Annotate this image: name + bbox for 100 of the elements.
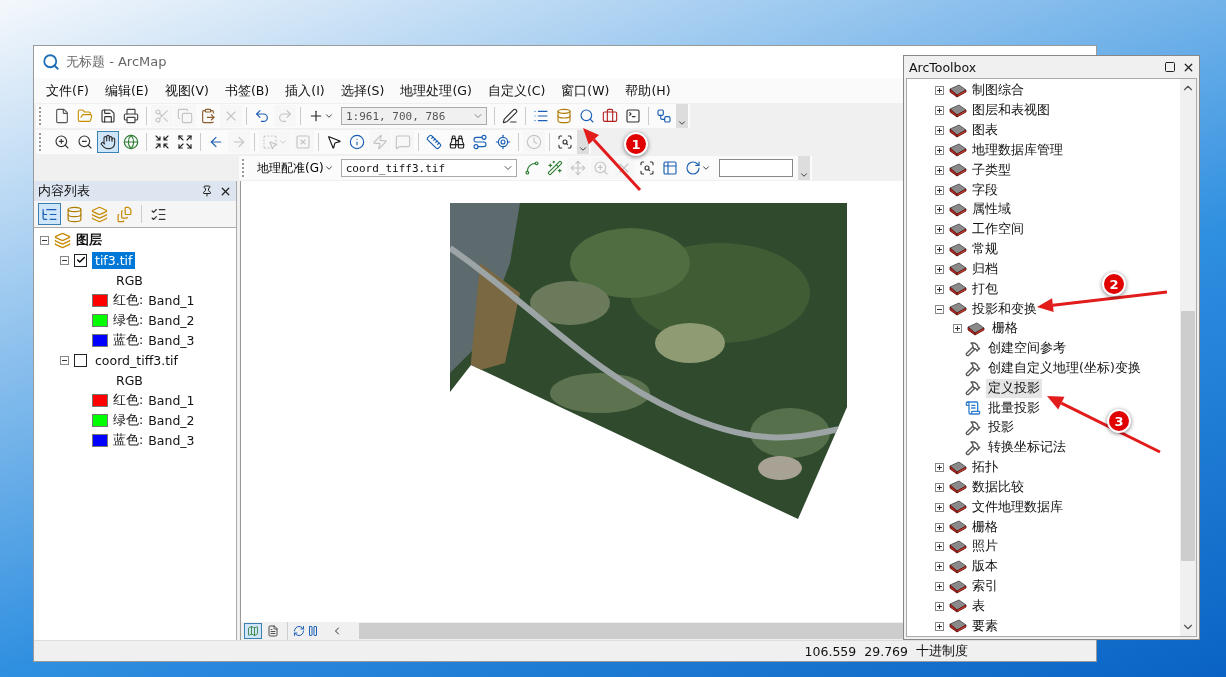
expand-toggle[interactable] — [935, 145, 944, 155]
expand-toggle[interactable] — [935, 562, 944, 572]
toolbox-label[interactable]: 要素 — [972, 617, 998, 635]
tool-label[interactable]: 定义投影 — [986, 378, 1042, 398]
vertical-scrollbar[interactable] — [1180, 79, 1196, 636]
expand-toggle[interactable] — [935, 304, 944, 314]
check-icon — [75, 255, 86, 265]
toolbox-label[interactable]: 表 — [972, 597, 985, 615]
toolbox-label[interactable]: 归档 — [972, 260, 998, 278]
map-view-button[interactable] — [244, 623, 262, 639]
expand-toggle[interactable] — [935, 482, 944, 492]
layer-tree-button[interactable] — [38, 203, 61, 225]
toolbox-label[interactable]: 工作空间 — [972, 221, 1024, 239]
expand-toggle[interactable] — [935, 463, 944, 473]
expand-toggle[interactable] — [953, 324, 962, 334]
expand-toggle[interactable] — [60, 355, 69, 365]
expand-toggle[interactable] — [935, 245, 944, 255]
toolbox-label[interactable]: 常规 — [972, 241, 998, 259]
outward-arrows-icon — [177, 134, 193, 150]
layer-checkbox[interactable] — [74, 353, 87, 367]
menu-item[interactable]: 窗口(W) — [553, 79, 618, 102]
toolbox-label[interactable]: 文件地理数据库 — [972, 498, 1063, 516]
tool-label[interactable]: 转换坐标记法 — [986, 438, 1068, 458]
expand-toggle[interactable] — [935, 542, 944, 552]
maximize-icon[interactable] — [1164, 61, 1176, 73]
zoom-out-icon — [77, 134, 93, 150]
toolbox-label[interactable]: 拓扑 — [972, 459, 998, 477]
renderer-label: RGB — [116, 272, 143, 288]
toolbox-label[interactable]: 图表 — [972, 122, 998, 140]
expand-toggle[interactable] — [935, 522, 944, 532]
layer-name[interactable]: tif3.tif — [92, 251, 136, 269]
expand-toggle[interactable] — [935, 106, 944, 116]
toolbox-label[interactable]: 投影和变换 — [972, 300, 1037, 318]
angle-input-field[interactable] — [718, 159, 793, 177]
toolbox-label[interactable]: 字段 — [972, 181, 998, 199]
toolbox-label[interactable]: 照片 — [972, 538, 998, 556]
toolbox-icon — [949, 619, 967, 634]
expand-toggle[interactable] — [935, 601, 944, 611]
pointer-icon — [326, 134, 342, 150]
ruler-icon — [426, 134, 442, 150]
scrollbar-thumb[interactable] — [1181, 311, 1195, 561]
expand-toggle[interactable] — [60, 255, 69, 265]
expand-toggle[interactable] — [935, 502, 944, 512]
georeferencing-menu[interactable]: 地理配准(G) — [254, 159, 337, 177]
menu-item[interactable]: 帮助(H) — [617, 79, 679, 102]
pause-icon[interactable] — [307, 625, 319, 637]
tool-label[interactable]: 创建空间参考 — [986, 339, 1068, 359]
tool-label[interactable]: 创建自定义地理(坐标)变换 — [986, 359, 1143, 378]
coordinate-y: 29.769 — [864, 643, 908, 659]
toolbox-icon — [949, 539, 967, 554]
data-frame-label[interactable]: 图层 — [76, 231, 102, 249]
expand-toggle[interactable] — [935, 165, 944, 175]
menu-item[interactable]: 视图(V) — [156, 79, 217, 102]
layer-name[interactable]: coord_tiff3.tif — [92, 351, 181, 369]
dropdown-caret-icon — [700, 163, 711, 173]
expand-toggle[interactable] — [935, 126, 944, 136]
expand-toggle[interactable] — [935, 284, 944, 294]
menu-item[interactable]: 地理处理(G) — [392, 79, 480, 102]
tool-label[interactable]: 投影 — [986, 418, 1016, 438]
tool-label[interactable]: 批量投影 — [986, 398, 1042, 418]
refresh-icon[interactable] — [293, 625, 305, 637]
toolbox-label[interactable]: 属性域 — [972, 201, 1011, 219]
expand-toggle[interactable] — [935, 185, 944, 195]
redo-icon — [277, 108, 293, 124]
dropdown-caret-icon — [278, 137, 288, 147]
menu-item[interactable]: 书签(B) — [216, 79, 278, 102]
scale-field[interactable]: 1:961, 700, 786 — [341, 107, 487, 125]
expand-toggle[interactable] — [935, 582, 944, 592]
toolbox-label[interactable]: 索引 — [972, 578, 998, 596]
menu-item[interactable]: 插入(I) — [277, 79, 333, 102]
expand-toggle[interactable] — [40, 235, 49, 245]
layer-dropdown[interactable]: coord_tiff3.tif — [340, 159, 517, 177]
forward-arrow-icon — [231, 134, 247, 150]
hand-button[interactable] — [97, 131, 119, 153]
toolbox-icon — [602, 108, 618, 124]
toolbox-label[interactable]: 数据比较 — [972, 478, 1024, 496]
clipboard-icon — [200, 108, 216, 124]
toolbox-label[interactable]: 栅格 — [972, 518, 998, 536]
expand-toggle[interactable] — [935, 205, 944, 215]
menu-item[interactable]: 编辑(E) — [96, 79, 157, 102]
pin-icon[interactable] — [201, 185, 213, 197]
toolbox-label[interactable]: 制图综合 — [972, 82, 1024, 100]
toolset-label[interactable]: 栅格 — [990, 319, 1020, 339]
expand-toggle[interactable] — [935, 86, 944, 96]
toolbox-label[interactable]: 打包 — [972, 280, 998, 298]
expand-toggle[interactable] — [935, 225, 944, 235]
toolbox-label[interactable]: 地理数据库管理 — [972, 141, 1063, 159]
toolbox-icon — [949, 202, 967, 217]
layer-checkbox[interactable] — [74, 253, 87, 267]
toolbox-label[interactable]: 子类型 — [972, 161, 1011, 179]
expand-toggle[interactable] — [935, 264, 944, 274]
toolbox-icon — [949, 123, 967, 138]
menu-item[interactable]: 自定义(C) — [479, 79, 554, 102]
menu-item[interactable]: 选择(S) — [332, 79, 393, 102]
crosshair-icon — [495, 134, 511, 150]
toolbox-label[interactable]: 图层和表视图 — [972, 102, 1050, 120]
toolbox-label[interactable]: 版本 — [972, 558, 998, 576]
wand-icon — [546, 160, 563, 176]
menu-item[interactable]: 文件(F) — [38, 79, 97, 102]
expand-toggle[interactable] — [935, 621, 944, 631]
